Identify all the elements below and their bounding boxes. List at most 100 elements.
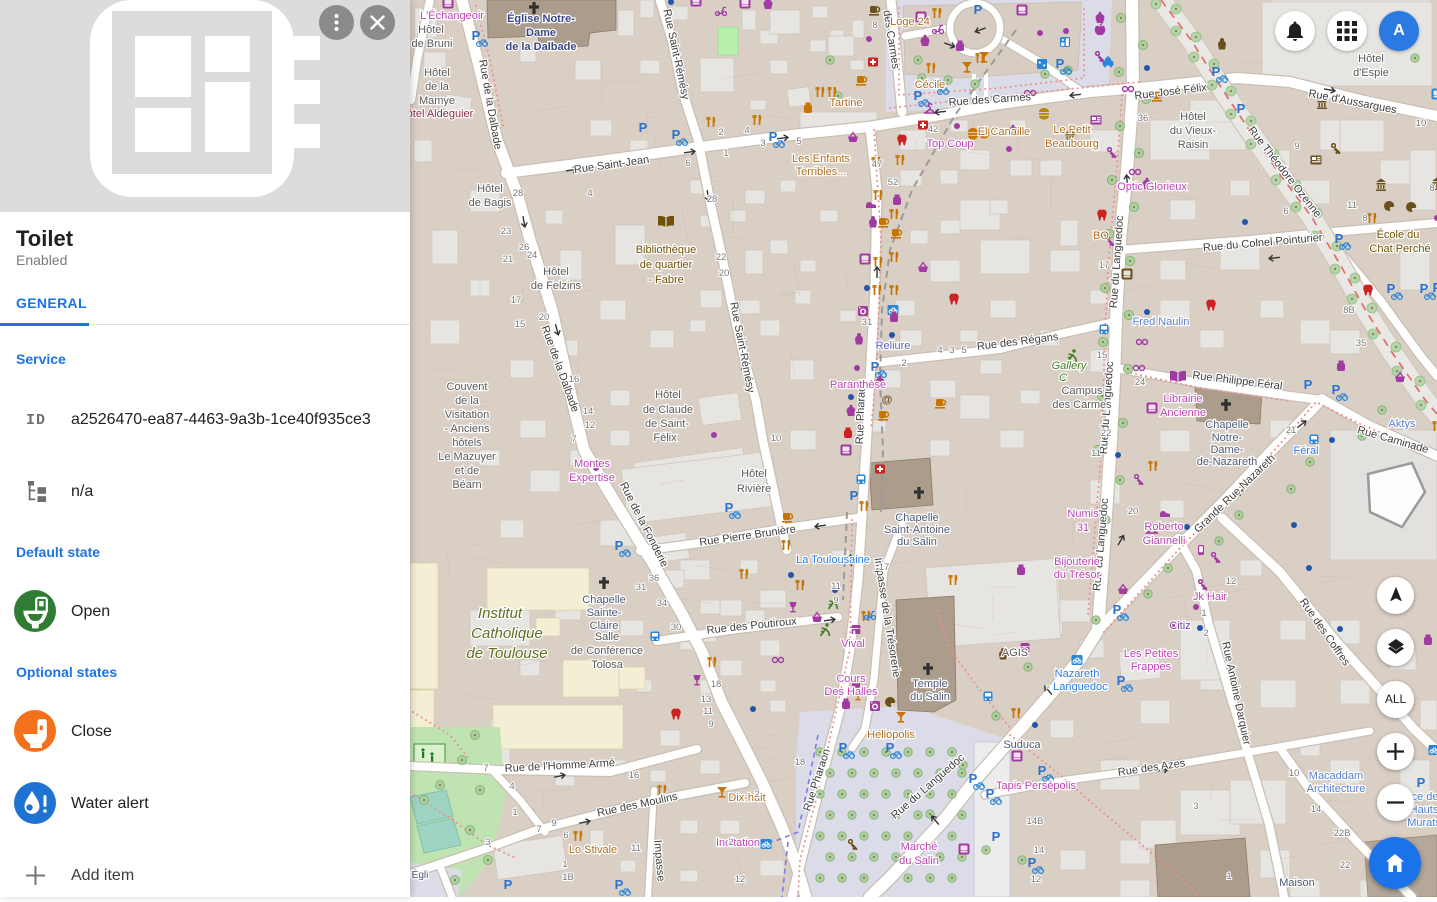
svg-text:Tolosa: Tolosa <box>591 659 624 671</box>
svg-text:Chat Perché: Chat Perché <box>1369 243 1430 255</box>
svg-text:Le Mazuyer: Le Mazuyer <box>438 451 496 463</box>
svg-text:52: 52 <box>888 177 899 188</box>
svg-text:2: 2 <box>728 837 733 848</box>
svg-text:Lo Stivale: Lo Stivale <box>569 844 617 856</box>
svg-text:Catholique: Catholique <box>471 625 543 642</box>
svg-text:Le Petit: Le Petit <box>1053 124 1090 136</box>
svg-text:de quartier: de quartier <box>640 259 693 271</box>
svg-text:de Felzins: de Felzins <box>531 280 582 292</box>
svg-text:P: P <box>1332 382 1341 397</box>
svg-text:Reliure: Reliure <box>876 340 911 352</box>
svg-text:Tapis Persépolis: Tapis Persépolis <box>996 780 1077 792</box>
svg-text:20: 20 <box>719 268 730 279</box>
svg-text:de la Dalbade: de la Dalbade <box>506 41 577 53</box>
svg-text:9: 9 <box>551 818 556 829</box>
svg-text:7: 7 <box>571 434 576 445</box>
svg-text:Aktys: Aktys <box>1389 418 1416 430</box>
svg-text:@: @ <box>882 394 893 406</box>
svg-text:15: 15 <box>1097 350 1108 361</box>
svg-text:4: 4 <box>744 125 749 136</box>
svg-text:P: P <box>986 786 995 801</box>
svg-text:34: 34 <box>657 598 668 609</box>
svg-text:12: 12 <box>585 420 596 431</box>
svg-text:24: 24 <box>527 250 538 261</box>
svg-text:11: 11 <box>1347 200 1357 211</box>
svg-text:1: 1 <box>723 148 728 159</box>
svg-text:Campus: Campus <box>1062 385 1103 397</box>
svg-text:1: 1 <box>512 807 517 818</box>
svg-text:Maison: Maison <box>1279 877 1314 889</box>
svg-text:Loge 24: Loge 24 <box>890 16 930 28</box>
svg-text:Chapelle: Chapelle <box>1205 419 1248 431</box>
svg-text:Montes: Montes <box>574 458 611 470</box>
svg-text:P: P <box>886 740 895 755</box>
svg-text:21: 21 <box>503 254 514 265</box>
svg-text:Citiz: Citiz <box>1169 620 1190 632</box>
svg-text:P: P <box>1117 673 1126 688</box>
svg-text:P: P <box>992 829 1001 844</box>
svg-text:P: P <box>1038 763 1047 778</box>
svg-text:des Carmes: des Carmes <box>1052 399 1112 411</box>
svg-text:Hauts: Hauts <box>1410 804 1437 816</box>
svg-text:4: 4 <box>587 188 592 199</box>
svg-text:35: 35 <box>1356 338 1367 349</box>
svg-text:Vival: Vival <box>841 638 865 650</box>
svg-text:14: 14 <box>1311 804 1322 815</box>
svg-text:Numis: Numis <box>1067 508 1099 520</box>
svg-text:3: 3 <box>760 138 765 149</box>
svg-text:2: 2 <box>718 127 723 138</box>
svg-text:22: 22 <box>1340 860 1351 871</box>
svg-text:17: 17 <box>511 295 522 306</box>
svg-text:10: 10 <box>1416 118 1427 129</box>
svg-text:Macaddam: Macaddam <box>1309 770 1363 782</box>
svg-text:P: P <box>1387 281 1396 296</box>
svg-text:11: 11 <box>831 581 841 592</box>
svg-text:Fred Naulin: Fred Naulin <box>1133 316 1190 328</box>
svg-text:16: 16 <box>569 374 580 385</box>
svg-text:P: P <box>1420 281 1429 296</box>
svg-text:BO: BO <box>1093 230 1109 242</box>
svg-text:de Bruni: de Bruni <box>412 38 453 50</box>
svg-text:Beaubourg: Beaubourg <box>1045 138 1099 150</box>
svg-text:P: P <box>615 538 624 553</box>
svg-text:47: 47 <box>872 159 883 170</box>
svg-text:El Canaille: El Canaille <box>978 126 1031 138</box>
svg-text:Jk Hair: Jk Hair <box>1193 591 1228 603</box>
svg-text:8B: 8B <box>1343 305 1355 316</box>
svg-text:12: 12 <box>735 874 746 885</box>
svg-text:Hôtel: Hôtel <box>1358 53 1384 65</box>
svg-text:de la: de la <box>425 81 450 93</box>
svg-text:9: 9 <box>708 719 713 730</box>
svg-text:ID: ID <box>26 412 46 429</box>
svg-text:- Fabre: - Fabre <box>648 274 683 286</box>
svg-text:Nazareth: Nazareth <box>1055 668 1100 680</box>
svg-text:Dix-huit: Dix-huit <box>728 792 765 804</box>
svg-text:du Salin: du Salin <box>899 855 939 867</box>
svg-text:16: 16 <box>629 770 640 781</box>
svg-text:Église Notre-: Église Notre- <box>507 12 575 25</box>
svg-text:d'Espie: d'Espie <box>1353 67 1389 79</box>
svg-text:de Claude: de Claude <box>643 404 693 416</box>
svg-text:Gallery: Gallery <box>1052 360 1088 372</box>
svg-text:de la: de la <box>455 395 480 407</box>
svg-text:1: 1 <box>562 859 567 870</box>
svg-text:P: P <box>672 127 681 142</box>
svg-text:Hôtel: Hôtel <box>424 67 450 79</box>
svg-text:P: P <box>1212 64 1221 79</box>
svg-text:de Toulouse: de Toulouse <box>466 645 547 662</box>
svg-text:9: 9 <box>833 595 838 606</box>
svg-text:P: P <box>1304 377 1313 392</box>
svg-text:12: 12 <box>1031 874 1042 885</box>
svg-text:21: 21 <box>1286 425 1297 436</box>
svg-text:P: P <box>1113 602 1122 617</box>
svg-text:La Toulousaine: La Toulousaine <box>796 554 870 566</box>
svg-text:P: P <box>969 771 978 786</box>
svg-text:Librairie: Librairie <box>1163 393 1202 405</box>
svg-text:3: 3 <box>949 345 954 356</box>
svg-text:Chapelle: Chapelle <box>582 594 625 606</box>
svg-text:du Salin: du Salin <box>910 691 950 703</box>
svg-text:3: 3 <box>485 837 490 848</box>
svg-text:Hôtel: Hôtel <box>741 468 767 480</box>
svg-text:Sainte-: Sainte- <box>587 607 622 619</box>
svg-text:P: P <box>725 500 734 515</box>
